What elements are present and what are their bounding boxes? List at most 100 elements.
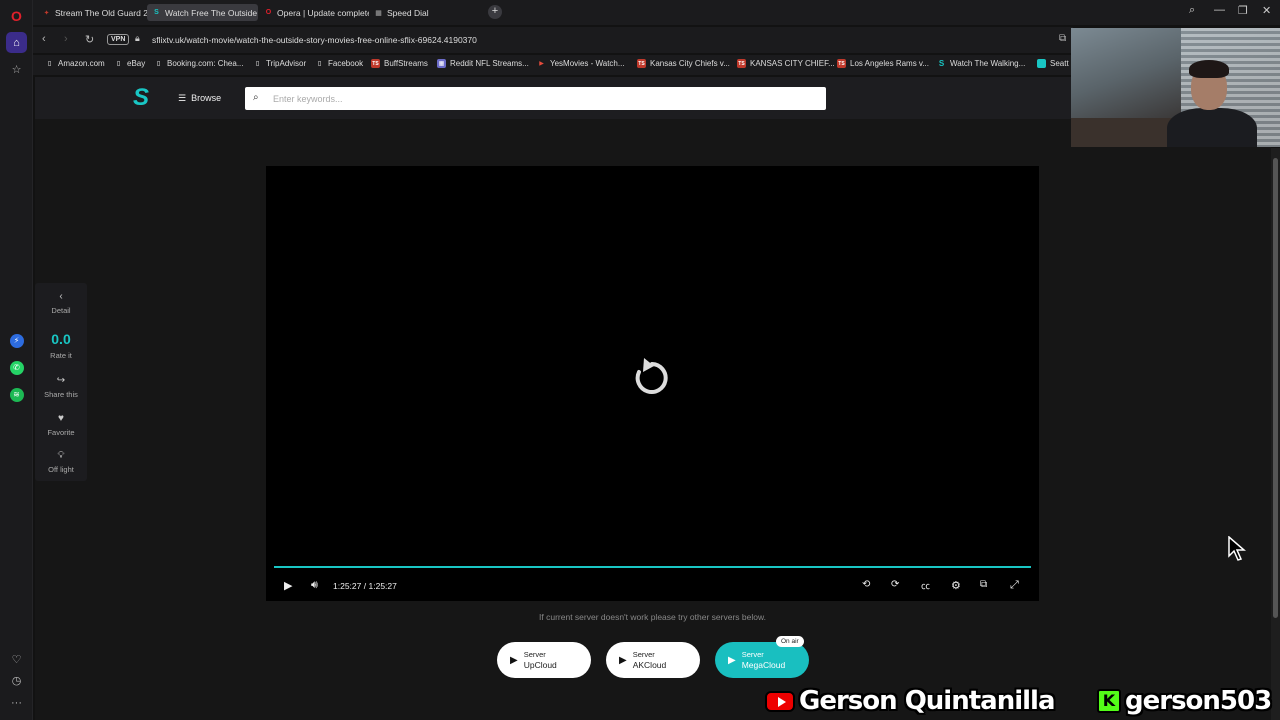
play-icon: ▶ (510, 654, 518, 666)
bookmark-ts-icon: TS (837, 59, 846, 68)
bookmark-item[interactable]: TS Kansas City Chiefs v... (637, 59, 730, 68)
tab-opera-update[interactable]: O Opera | Update complete (259, 4, 369, 21)
light-button[interactable]: 💡︎ Off light (35, 450, 87, 474)
site-header: S ☰ Browse ⌕ (35, 77, 1071, 119)
restore-icon[interactable]: ❐ (1238, 4, 1248, 17)
favorite-button[interactable]: ♥ Favorite (35, 413, 87, 437)
url-field[interactable]: sflixtv.uk/watch-movie/watch-the-outside… (152, 35, 477, 45)
search-input[interactable] (273, 90, 813, 107)
webcam-person-body (1167, 108, 1257, 147)
bookmark-label: Booking.com: Chea... (167, 59, 244, 68)
home-icon[interactable]: ⌂ (6, 32, 27, 53)
volume-icon[interactable]: 🔊︎ (311, 579, 318, 592)
light-label: Off light (48, 465, 74, 474)
fullscreen-icon[interactable]: ⤢ (1010, 579, 1019, 592)
browse-button[interactable]: ☰ Browse (178, 88, 221, 108)
replay-icon[interactable] (630, 356, 674, 400)
progress-bar[interactable] (274, 566, 1031, 568)
settings-gear-icon[interactable]: ⚙ (951, 579, 961, 592)
pip-icon[interactable]: ⧉ (980, 579, 987, 590)
bookmark-label: eBay (127, 59, 146, 68)
bookmark-item[interactable]: ▶ YesMovies - Watch... (537, 59, 624, 68)
youtube-banner: Gerson Quintanilla (765, 684, 1055, 718)
heart-icon: ♥ (58, 413, 64, 424)
tab-old-guard[interactable]: ✦ Stream The Old Guard 2 ( (37, 4, 147, 21)
bookmark-item[interactable]: ▦ Reddit NFL Streams... (437, 59, 529, 68)
bookmark-label: Reddit NFL Streams... (450, 59, 529, 68)
bookmark-item[interactable]: ▯ eBay (114, 59, 145, 68)
server-upcloud-button[interactable]: ▶ Server UpCloud (497, 642, 591, 678)
site-logo-icon[interactable]: S (128, 85, 154, 111)
bookmark-item[interactable]: ▯ Amazon.com (45, 59, 105, 68)
detail-button[interactable]: ‹ Detail (35, 291, 87, 315)
bookmark-item[interactable]: S Watch The Walking... (937, 59, 1025, 68)
whatsapp-icon[interactable]: ✆ (6, 357, 27, 378)
webcam-desk (1071, 118, 1181, 147)
server-text: Server UpCloud (524, 649, 557, 671)
pinboard-icon[interactable]: ☆ (6, 59, 27, 80)
play-icon[interactable]: ▶ (284, 579, 292, 592)
rate-button[interactable]: 0.0 Rate it (35, 331, 87, 360)
rate-label: Rate it (50, 351, 72, 360)
server-prefix: Server (741, 650, 764, 659)
time-current: 1:25:27 (333, 581, 362, 591)
bookmark-item[interactable]: ▯ TripAdvisor (253, 59, 306, 68)
bookmark-label: Seatt (1050, 59, 1069, 68)
tab-bar: ✦ Stream The Old Guard 2 ( S Watch Free … (33, 0, 1280, 25)
play-icon: ▶ (728, 654, 736, 666)
video-player[interactable]: ▶ 🔊︎ 1:25:27 / 1:25:27 ⟲ ⟳ ㏄ ⚙ ⧉ ⤢ (266, 166, 1039, 601)
server-name: MegaCloud (741, 660, 786, 670)
tab-favicon-icon: ▦ (375, 9, 382, 17)
browse-label: Browse (191, 93, 222, 103)
page-scrollbar[interactable] (1271, 148, 1280, 720)
new-tab-button[interactable]: + (488, 5, 502, 19)
search-icon[interactable]: ⌕ (253, 92, 259, 103)
time-total: 1:25:27 (368, 581, 397, 591)
lock-icon[interactable]: 🔒︎ (135, 33, 140, 44)
youtube-icon (765, 690, 795, 712)
bookmark-reddit-icon: ▦ (437, 59, 446, 68)
reload-icon[interactable]: ↻ (85, 33, 94, 46)
bookmark-item[interactable]: ▯ Booking.com: Chea... (154, 59, 244, 68)
rewind-10-icon[interactable]: ⟲ (862, 579, 870, 590)
menu-icon: ☰ (178, 92, 187, 103)
bookmark-play-icon: ▶ (539, 61, 544, 67)
bookmark-item[interactable]: Seatt (1037, 59, 1069, 68)
back-icon[interactable]: ‹ (42, 33, 46, 45)
tab-speed-dial[interactable]: ▦ Speed Dial (369, 4, 469, 21)
heart-icon[interactable]: ♡ (6, 649, 27, 670)
server-name: UpCloud (523, 660, 557, 670)
server-akcloud-button[interactable]: ▶ Server AKCloud (606, 642, 700, 678)
webcam-overlay (1071, 28, 1280, 147)
bookmark-ts-icon: TS (737, 59, 746, 68)
search-tabs-icon[interactable]: ⌕ (1189, 4, 1195, 17)
server-text: Server AKCloud (633, 649, 667, 671)
vpn-badge[interactable]: VPN (107, 34, 130, 45)
scrollbar-thumb[interactable] (1273, 158, 1278, 618)
search-box: ⌕ (245, 87, 826, 110)
close-window-icon[interactable]: ✕ (1262, 4, 1271, 17)
bookmark-item[interactable]: TS Los Angeles Rams v... (837, 59, 929, 68)
spotify-icon[interactable]: ≋ (6, 384, 27, 405)
bookmark-item[interactable]: TS KANSAS CITY CHIEF... (737, 59, 835, 68)
bookmark-ts-icon: TS (371, 59, 380, 68)
bookmark-doc-icon: ▯ (116, 61, 121, 67)
minimize-icon[interactable]: — (1214, 4, 1225, 16)
opera-logo-icon[interactable]: O (6, 5, 27, 26)
tab-sflix[interactable]: S Watch Free The Outside S (147, 4, 258, 21)
captions-icon[interactable]: ㏄ (921, 579, 930, 592)
tab-title: Speed Dial (387, 7, 429, 18)
time-separator: / (363, 581, 367, 591)
bookmark-item[interactable]: ▯ Facebook (315, 59, 363, 68)
snapshot-icon[interactable]: ⧉ (1059, 33, 1066, 44)
more-icon[interactable]: ··· (6, 692, 27, 713)
history-icon[interactable]: ◷ (6, 670, 27, 691)
share-button[interactable]: ↪ Share this (35, 375, 87, 399)
bookmark-ts-icon: TS (637, 59, 646, 68)
forward-10-icon[interactable]: ⟳ (891, 579, 899, 590)
forward-icon[interactable]: › (64, 33, 68, 45)
server-megacloud-button[interactable]: ▶ Server MegaCloud (715, 642, 809, 678)
messenger-icon[interactable]: ⚡ (6, 330, 27, 351)
bookmark-item[interactable]: TS BuffStreams (371, 59, 428, 68)
tab-favicon-icon: S (154, 9, 159, 16)
